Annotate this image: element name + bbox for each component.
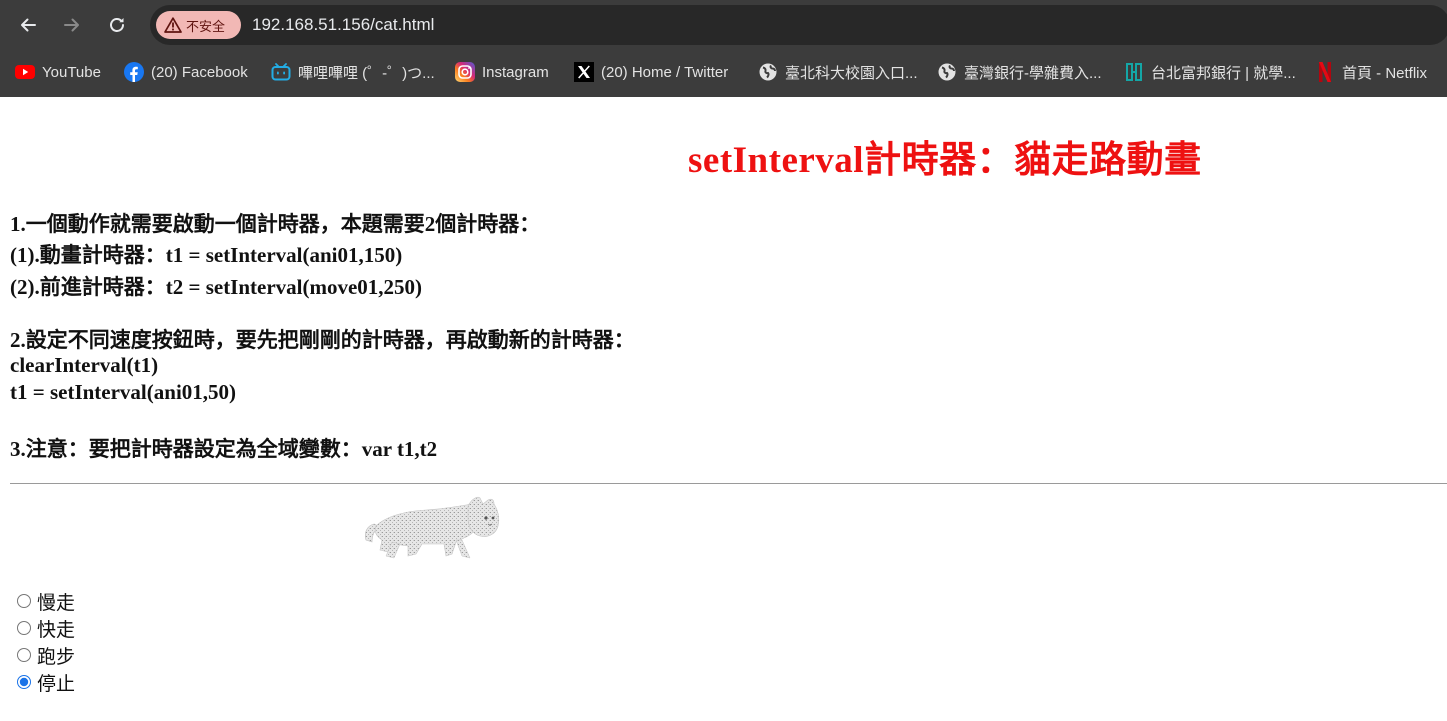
horizontal-rule xyxy=(10,483,1447,484)
youtube-icon xyxy=(14,61,36,83)
radio-slow-walk-input[interactable] xyxy=(17,594,31,608)
reload-button[interactable] xyxy=(101,9,133,41)
radio-label: 慢走 xyxy=(37,592,76,614)
instagram-icon xyxy=(454,61,476,83)
bookmark-label: 臺灣銀行-學雜費入... xyxy=(964,64,1102,82)
netflix-icon xyxy=(1314,61,1336,83)
page-title: setInterval計時器：貓走路動畫 xyxy=(688,140,1202,181)
bookmark-twitter[interactable]: (20) Home / Twitter xyxy=(573,56,728,88)
globe-icon xyxy=(757,61,779,83)
security-chip[interactable]: 不安全 xyxy=(156,11,241,39)
radio-label: 快走 xyxy=(37,619,76,641)
bookmark-label: (20) Facebook xyxy=(151,63,248,81)
bookmark-bilibili[interactable]: 嗶哩嗶哩 (゜-゜)つ... xyxy=(270,56,435,88)
radio-stop[interactable]: 停止 xyxy=(16,669,75,695)
radio-run-input[interactable] xyxy=(17,648,31,662)
radio-run[interactable]: 跑步 xyxy=(16,642,75,668)
note-line-2: (1).動畫計時器：t1 = setInterval(ani01,150) xyxy=(10,243,403,267)
bookmark-label: 台北富邦銀行 | 就學... xyxy=(1151,64,1296,82)
bookmark-instagram[interactable]: Instagram xyxy=(454,56,549,88)
fubon-icon xyxy=(1123,61,1145,83)
bookmark-facebook[interactable]: (20) Facebook xyxy=(123,56,248,88)
bookmark-label: (20) Home / Twitter xyxy=(601,63,729,81)
globe-icon xyxy=(936,61,958,83)
address-bar[interactable]: 不安全 192.168.51.156/cat.html xyxy=(150,5,1447,45)
note-line-6: t1 = setInterval(ani01,50) xyxy=(10,380,237,404)
radio-slow-walk[interactable]: 慢走 xyxy=(16,588,75,614)
bookmark-label: YouTube xyxy=(42,63,101,81)
bookmark-fubon-bank[interactable]: 台北富邦銀行 | 就學... xyxy=(1123,56,1296,88)
bookmark-label: 臺北科大校園入口... xyxy=(785,64,918,82)
radio-label: 停止 xyxy=(37,673,76,695)
note-line-4: 2.設定不同速度按鈕時，要先把剛剛的計時器，再啟動新的計時器： xyxy=(10,328,635,352)
browser-toolbar: 不安全 192.168.51.156/cat.html xyxy=(0,0,1447,50)
warning-icon xyxy=(164,17,182,33)
radio-stop-input[interactable] xyxy=(17,675,31,689)
reload-icon xyxy=(110,18,124,32)
bookmark-label: 嗶哩嗶哩 (゜-゜)つ... xyxy=(298,64,435,82)
note-line-7: 3.注意：要把計時器設定為全域變數：var t1,t2 xyxy=(10,437,438,461)
bookmark-ntut-portal[interactable]: 臺北科大校園入口... xyxy=(757,56,918,88)
url-text[interactable]: 192.168.51.156/cat.html xyxy=(252,15,434,35)
back-button[interactable] xyxy=(12,9,44,41)
bookmark-label: Instagram xyxy=(482,63,549,81)
radio-fast-walk[interactable]: 快走 xyxy=(16,615,75,641)
web-page: setInterval計時器：貓走路動畫 1.一個動作就需要啟動一個計時器，本題… xyxy=(0,97,1447,721)
radio-label: 跑步 xyxy=(37,646,76,668)
note-line-5: clearInterval(t1) xyxy=(10,353,159,377)
radio-fast-walk-input[interactable] xyxy=(17,621,31,635)
forward-arrow-icon xyxy=(64,18,79,32)
bookmark-youtube[interactable]: YouTube xyxy=(14,56,101,88)
bookmark-netflix[interactable]: 首頁 - Netflix xyxy=(1314,56,1427,88)
walking-cat-image xyxy=(364,496,500,559)
bilibili-icon xyxy=(270,61,292,83)
note-line-3: (2).前進計時器：t2 = setInterval(move01,250) xyxy=(10,275,423,299)
facebook-icon xyxy=(123,61,145,83)
back-arrow-icon xyxy=(21,18,36,32)
note-line-1: 1.一個動作就需要啟動一個計時器，本題需要2個計時器： xyxy=(10,212,541,236)
bookmark-bank-of-taiwan[interactable]: 臺灣銀行-學雜費入... xyxy=(936,56,1102,88)
forward-button[interactable] xyxy=(56,9,88,41)
browser-chrome: 不安全 192.168.51.156/cat.html YouTube (20)… xyxy=(0,0,1447,97)
bookmark-label: 首頁 - Netflix xyxy=(1342,64,1428,82)
x-icon xyxy=(573,61,595,83)
bookmarks-bar: YouTube (20) Facebook 嗶哩嗶哩 (゜-゜)つ... Ins… xyxy=(0,56,1447,88)
security-label: 不安全 xyxy=(186,19,226,35)
